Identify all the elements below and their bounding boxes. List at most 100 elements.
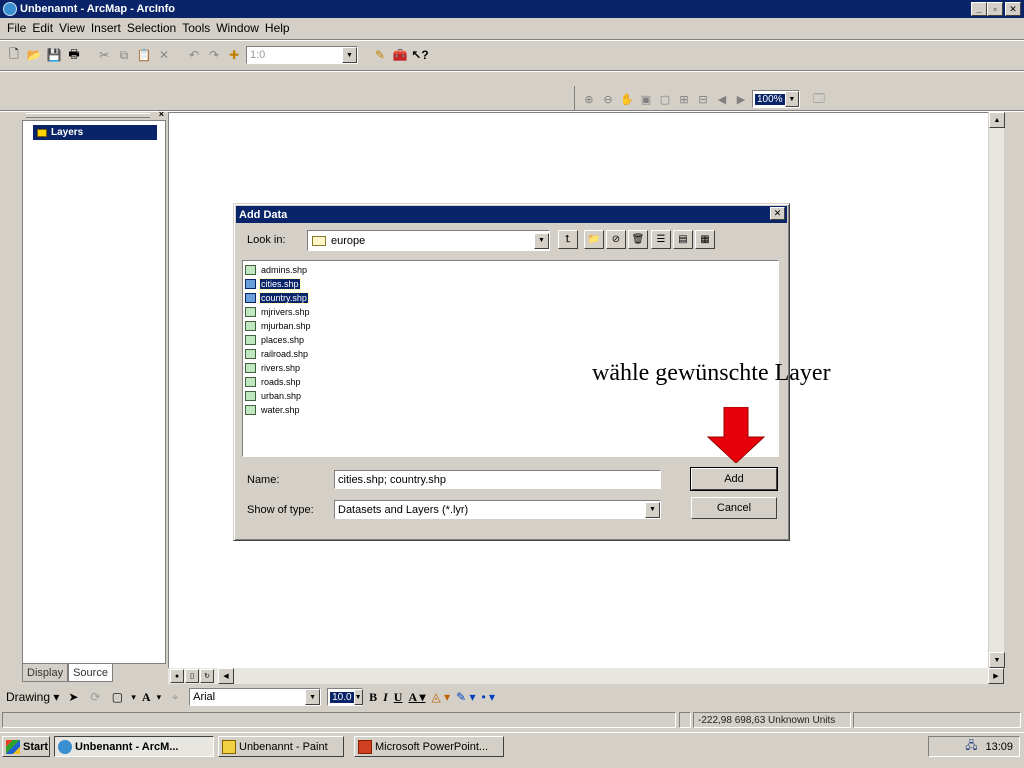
zoom-whole-page-icon[interactable]: ▣ <box>638 91 654 107</box>
details-view-icon[interactable]: ▤ <box>673 230 693 249</box>
toggle-draft-mode-icon[interactable]: 🗔 <box>811 91 827 107</box>
connect-folder-icon[interactable]: 📁 <box>584 230 604 249</box>
whats-this-help-icon[interactable]: ↖? <box>411 47 428 63</box>
scroll-down-icon[interactable]: ▼ <box>989 652 1005 668</box>
open-folder-icon[interactable]: 📂 <box>26 47 42 63</box>
close-icon[interactable]: × <box>159 109 164 119</box>
menu-tools[interactable]: Tools <box>179 21 213 35</box>
back-extent-icon[interactable]: ◀ <box>714 91 730 107</box>
list-item[interactable]: urban.shp <box>245 390 302 402</box>
edit-vertices-icon[interactable]: ⌖ <box>167 689 183 705</box>
task-powerpoint[interactable]: Microsoft PowerPoint... <box>354 736 504 757</box>
scroll-left-icon[interactable]: ◀ <box>218 668 234 684</box>
list-item[interactable]: places.shp <box>245 334 305 346</box>
menu-file[interactable]: File <box>4 21 29 35</box>
chevron-down-icon[interactable]: ▼ <box>353 689 363 705</box>
add-data-icon[interactable]: ✚ <box>226 47 242 63</box>
list-item[interactable]: mjrivers.shp <box>245 306 311 318</box>
tab-display[interactable]: Display <box>22 664 69 682</box>
editor-toolbar-icon[interactable]: ✎ <box>372 47 388 63</box>
vertical-scrollbar[interactable]: ▲ ▼ <box>988 112 1005 668</box>
task-arcmap[interactable]: Unbenannt - ArcM... <box>54 736 214 757</box>
list-item[interactable]: railroad.shp <box>245 348 309 360</box>
list-item[interactable]: mjurban.shp <box>245 320 312 332</box>
toc-grip[interactable]: × <box>22 109 166 120</box>
paste-icon[interactable]: 📋 <box>136 47 152 63</box>
print-icon[interactable]: 🖶 <box>66 47 82 63</box>
list-item[interactable]: roads.shp <box>245 376 302 388</box>
thumbnails-view-icon[interactable]: ▦ <box>695 230 715 249</box>
list-item[interactable]: water.shp <box>245 404 301 416</box>
copy-icon[interactable]: ⧉ <box>116 47 132 63</box>
network-icon[interactable]: 🖧 <box>965 737 977 756</box>
list-item[interactable]: cities.shp <box>245 278 301 290</box>
redo-icon[interactable]: ↷ <box>206 47 222 63</box>
cut-icon[interactable]: ✂ <box>96 47 112 63</box>
rotate-icon[interactable]: ⟳ <box>87 689 103 705</box>
save-icon[interactable]: 💾 <box>46 47 62 63</box>
horizontal-scrollbar[interactable]: ◀ ▶ <box>168 668 1004 684</box>
new-text-icon[interactable]: A <box>142 690 151 705</box>
layout-view-icon[interactable]: ▯ <box>185 669 199 683</box>
menu-view[interactable]: View <box>56 21 88 35</box>
chevron-down-icon[interactable]: ▾ <box>131 692 136 703</box>
rectangle-icon[interactable]: ▢ <box>109 689 125 705</box>
zoom-out-layout-icon[interactable]: ⊖ <box>600 91 616 107</box>
line-color-icon[interactable]: ✎ ▾ <box>456 690 475 704</box>
toc-layers-node[interactable]: Layers <box>33 125 157 140</box>
underline-icon[interactable]: U <box>394 690 403 705</box>
chevron-down-icon[interactable]: ▼ <box>784 91 799 107</box>
list-item[interactable]: country.shp <box>245 292 309 304</box>
list-view-icon[interactable]: ☰ <box>651 230 671 249</box>
bold-icon[interactable]: B <box>369 690 377 705</box>
task-paint[interactable]: Unbenannt - Paint <box>218 736 344 757</box>
pan-layout-icon[interactable]: ✋ <box>619 91 635 107</box>
minimize-button[interactable]: _ <box>971 2 987 16</box>
list-item[interactable]: rivers.shp <box>245 362 301 374</box>
add-button[interactable]: Add <box>690 467 778 491</box>
chevron-down-icon[interactable]: ▾ <box>157 692 162 703</box>
zoom-100-icon[interactable]: ▢ <box>657 91 673 107</box>
chevron-down-icon[interactable]: ▼ <box>534 232 549 249</box>
chevron-down-icon[interactable]: ▼ <box>342 47 357 63</box>
marker-color-icon[interactable]: • ▾ <box>482 690 496 704</box>
close-button[interactable]: ✕ <box>1005 2 1021 16</box>
font-combo[interactable]: Arial ▼ <box>189 688 322 706</box>
up-one-level-icon[interactable]: ⮤ <box>558 230 578 249</box>
chevron-down-icon[interactable]: ▼ <box>305 689 321 705</box>
refresh-view-icon[interactable]: ↻ <box>200 669 214 683</box>
delete-icon[interactable]: ✕ <box>156 47 172 63</box>
scroll-right-icon[interactable]: ▶ <box>988 668 1004 684</box>
start-button[interactable]: Start <box>2 736 50 757</box>
map-scale-combo[interactable]: 1:0 ▼ <box>246 46 358 64</box>
delete-item-icon[interactable]: 🗑 <box>628 230 648 249</box>
menu-window[interactable]: Window <box>213 21 262 35</box>
file-list[interactable]: admins.shp cities.shp country.shp mjrive… <box>242 260 779 457</box>
fixed-zoom-out-icon[interactable]: ⊟ <box>695 91 711 107</box>
font-size-combo[interactable]: 10.0 ▼ <box>327 688 364 706</box>
undo-icon[interactable]: ↶ <box>186 47 202 63</box>
zoom-in-layout-icon[interactable]: ⊕ <box>581 91 597 107</box>
new-document-icon[interactable]: 🗋 <box>6 47 22 63</box>
fixed-zoom-in-icon[interactable]: ⊞ <box>676 91 692 107</box>
close-icon[interactable]: ✕ <box>770 207 785 220</box>
menu-edit[interactable]: Edit <box>29 21 56 35</box>
menu-insert[interactable]: Insert <box>88 21 124 35</box>
data-view-icon[interactable]: ● <box>170 669 184 683</box>
drawing-menu[interactable]: Drawing ▾ <box>6 690 59 704</box>
menu-help[interactable]: Help <box>262 21 293 35</box>
type-combo[interactable]: Datasets and Layers (*.lyr) ▼ <box>334 500 661 519</box>
disconnect-folder-icon[interactable]: ⊘ <box>606 230 626 249</box>
list-item[interactable]: admins.shp <box>245 264 308 276</box>
scroll-up-icon[interactable]: ▲ <box>989 112 1005 128</box>
font-color-icon[interactable]: A ▾ <box>408 690 425 705</box>
chevron-down-icon[interactable]: ▼ <box>645 501 660 518</box>
look-in-combo[interactable]: europe ▼ <box>307 230 550 251</box>
maximize-button[interactable]: ▫ <box>987 2 1003 16</box>
menu-selection[interactable]: Selection <box>124 21 179 35</box>
forward-extent-icon[interactable]: ▶ <box>733 91 749 107</box>
fill-color-icon[interactable]: ◬ ▾ <box>432 690 451 704</box>
name-field[interactable]: cities.shp; country.shp <box>334 470 661 489</box>
select-elements-icon[interactable]: ➤ <box>65 689 81 705</box>
italic-icon[interactable]: I <box>383 690 388 705</box>
